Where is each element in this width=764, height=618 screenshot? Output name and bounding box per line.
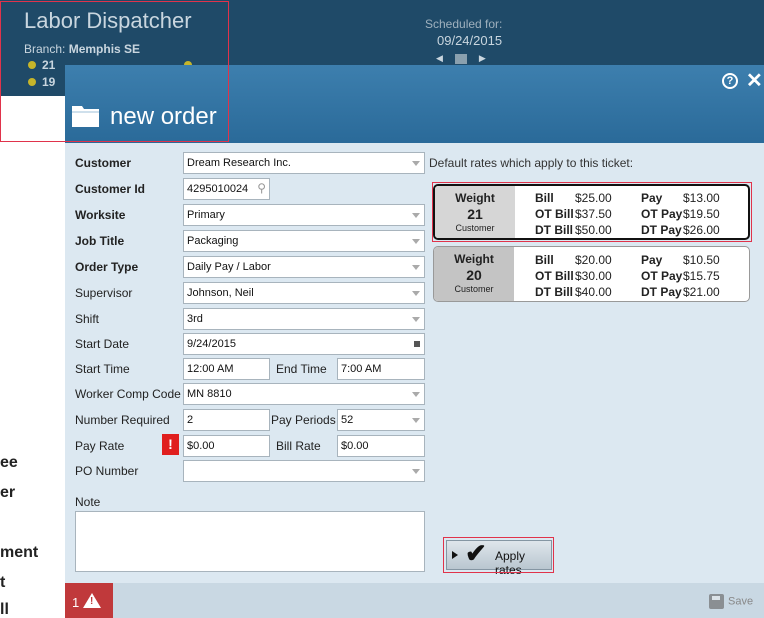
start-time-label: Start Time: [75, 362, 130, 376]
save-button[interactable]: Save: [709, 594, 753, 609]
worksite-select[interactable]: Primary: [183, 204, 425, 226]
left-fragment: ment: [0, 544, 39, 561]
left-fragment: ee: [0, 454, 18, 471]
close-icon[interactable]: ✕: [746, 68, 763, 93]
title-highlight: [0, 1, 229, 142]
chevron-down-icon: [412, 291, 420, 296]
scheduled-date: 09/24/2015: [437, 33, 503, 48]
customer-id-label: Customer Id: [75, 182, 146, 196]
chevron-down-icon: [412, 469, 420, 474]
chevron-down-icon: [412, 265, 420, 270]
worksite-label: Worksite: [75, 208, 126, 222]
start-date-field[interactable]: 9/24/2015: [183, 333, 425, 355]
pay-periods-label: Pay Periods: [271, 413, 336, 427]
next-arrow-icon[interactable]: ▶: [479, 53, 486, 63]
shift-select[interactable]: 3rd: [183, 308, 425, 330]
end-time-field[interactable]: 7:00 AM: [337, 358, 425, 380]
scheduled-label: Scheduled for:: [425, 17, 503, 31]
worker-comp-select[interactable]: MN 8810: [183, 383, 425, 405]
error-count-button[interactable]: 1 !: [65, 583, 113, 618]
pay-rate-label: Pay Rate: [75, 439, 125, 453]
floppy-disk-icon: [709, 594, 724, 609]
note-label: Note: [75, 495, 101, 509]
job-title-label: Job Title: [75, 234, 125, 248]
apply-highlight: [443, 537, 554, 573]
chevron-down-icon: [412, 213, 420, 218]
new-order-dialog: new order ? ✕ Customer Dream Research In…: [65, 65, 764, 618]
number-required-label: Number Required: [75, 413, 170, 427]
pay-rate-field[interactable]: $0.00: [183, 435, 270, 457]
bill-rate-label: Bill Rate: [276, 439, 321, 453]
bill-rate-field[interactable]: $0.00: [337, 435, 425, 457]
end-time-label: End Time: [276, 362, 327, 376]
supervisor-select[interactable]: Johnson, Neil: [183, 282, 425, 304]
rate-card-number: 20: [466, 267, 482, 283]
rate-card-title: Weight: [454, 252, 494, 266]
search-icon[interactable]: ⚲: [257, 181, 266, 195]
number-required-field[interactable]: 2: [183, 409, 270, 431]
save-label: Save: [728, 595, 754, 608]
rates-intro: Default rates which apply to this ticket…: [429, 156, 634, 170]
customer-select[interactable]: Dream Research Inc.: [183, 152, 425, 174]
left-panel: ee er ment t ll: [0, 96, 66, 618]
pay-periods-select[interactable]: 52: [337, 409, 425, 431]
selection-highlight: [432, 182, 752, 242]
po-number-select[interactable]: [183, 460, 425, 482]
chevron-down-icon: [412, 239, 420, 244]
supervisor-label: Supervisor: [75, 286, 133, 300]
rate-card-side: Weight 20 Customer: [434, 247, 514, 301]
note-textarea[interactable]: [75, 511, 425, 572]
warning-triangle-mark: !: [90, 596, 94, 607]
start-date-label: Start Date: [75, 337, 130, 351]
rate-card[interactable]: Weight 20 Customer Bill $20.00 OT Bill$30…: [433, 246, 750, 302]
validation-warning-icon: !: [162, 434, 179, 455]
chevron-down-icon: [412, 161, 420, 166]
help-icon[interactable]: ?: [722, 73, 738, 89]
left-fragment: er: [0, 484, 16, 501]
start-time-field[interactable]: 12:00 AM: [183, 358, 270, 380]
worker-comp-label: Worker Comp Code: [75, 387, 181, 401]
rate-row: OT Bill$30.00: [535, 269, 612, 283]
left-fragment: t: [0, 574, 6, 591]
chevron-down-icon: [412, 392, 420, 397]
chevron-down-icon: [412, 418, 420, 423]
calendar-icon[interactable]: [454, 53, 467, 64]
error-count: 1: [72, 595, 80, 610]
order-type-label: Order Type: [75, 260, 139, 274]
customer-id-field[interactable]: 4295010024 ⚲: [183, 178, 270, 200]
schedule-controls: ◀ ▶: [436, 53, 486, 64]
job-title-select[interactable]: Packaging: [183, 230, 425, 252]
order-type-select[interactable]: Daily Pay / Labor: [183, 256, 425, 278]
prev-arrow-icon[interactable]: ◀: [436, 53, 443, 63]
rate-row: DT Pay$21.00: [641, 285, 720, 299]
po-number-label: PO Number: [75, 464, 139, 478]
rate-row: Bill $20.00: [535, 253, 612, 267]
chevron-down-icon: [412, 317, 420, 322]
rate-row: DT Bill $40.00: [535, 285, 612, 299]
left-fragment: ll: [0, 601, 9, 618]
rate-row: OT Pay$15.75: [641, 269, 720, 283]
customer-label: Customer: [75, 156, 132, 170]
calendar-icon[interactable]: [414, 341, 420, 347]
dialog-footer: 1 ! Save: [65, 583, 764, 618]
rate-row: Pay $10.50: [641, 253, 720, 267]
shift-label: Shift: [75, 312, 100, 326]
rate-card-kind: Customer: [454, 284, 494, 294]
